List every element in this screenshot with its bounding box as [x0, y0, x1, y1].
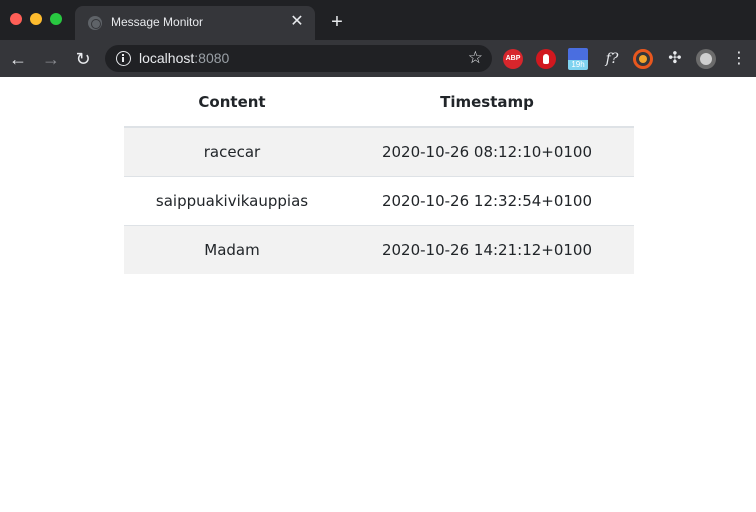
font-finder-extension-icon[interactable]: f? — [602, 49, 622, 69]
forward-button[interactable]: → — [40, 48, 62, 70]
message-content-cell: racecar — [124, 126, 340, 176]
url-port: :8080 — [194, 50, 230, 66]
messages-table: Content Timestamp racecar 2020-10-26 08:… — [124, 77, 634, 274]
message-timestamp-cell: 2020-10-26 14:21:12+0100 — [340, 224, 634, 274]
window-maximize-button[interactable] — [50, 13, 62, 25]
globe-icon — [88, 16, 102, 30]
timestamp-column-header: Timestamp — [340, 77, 634, 128]
browser-toolbar: ← → ↻ localhost:8080 ☆ ABP 19h f? ✣ ⋮ — [0, 40, 756, 77]
message-content-cell: saippuakivikauppias — [124, 175, 340, 225]
profile-avatar[interactable] — [696, 49, 716, 69]
browser-tab[interactable]: Message Monitor ✕ — [75, 6, 315, 40]
address-bar[interactable]: localhost:8080 ☆ — [105, 45, 492, 72]
browser-titlebar: Message Monitor ✕ + — [0, 0, 756, 40]
back-button[interactable]: ← — [7, 48, 29, 70]
calendar-badge: 19h — [568, 60, 588, 70]
stop-hand-extension-icon[interactable] — [536, 49, 556, 69]
table-row: Madam 2020-10-26 14:21:12+0100 — [124, 224, 634, 274]
page-content: Content Timestamp racecar 2020-10-26 08:… — [0, 77, 756, 512]
table-header-row: Content Timestamp — [124, 77, 634, 128]
window-close-button[interactable] — [10, 13, 22, 25]
message-timestamp-cell: 2020-10-26 12:32:54+0100 — [340, 175, 634, 225]
window-minimize-button[interactable] — [30, 13, 42, 25]
reload-button[interactable]: ↻ — [72, 48, 94, 70]
info-icon[interactable] — [116, 51, 131, 66]
address-url[interactable]: localhost:8080 — [139, 50, 229, 66]
table-row: racecar 2020-10-26 08:12:10+0100 — [124, 126, 634, 176]
bookmark-star-icon[interactable]: ☆ — [468, 48, 483, 68]
content-column-header: Content — [124, 77, 340, 128]
url-host: localhost — [139, 50, 195, 66]
extensions-puzzle-icon[interactable]: ✣ — [665, 49, 685, 69]
message-timestamp-cell: 2020-10-26 08:12:10+0100 — [340, 126, 634, 176]
orange-ring-extension-icon[interactable] — [633, 49, 653, 69]
browser-menu-icon[interactable]: ⋮ — [729, 49, 749, 69]
message-content-cell: Madam — [124, 224, 340, 274]
adblock-extension-icon[interactable]: ABP — [503, 49, 523, 69]
new-tab-button[interactable]: + — [326, 11, 348, 33]
close-tab-icon[interactable]: ✕ — [289, 14, 305, 30]
calendar-extension-icon[interactable]: 19h — [568, 48, 588, 70]
tab-title: Message Monitor — [111, 15, 204, 29]
table-row: saippuakivikauppias 2020-10-26 12:32:54+… — [124, 175, 634, 225]
